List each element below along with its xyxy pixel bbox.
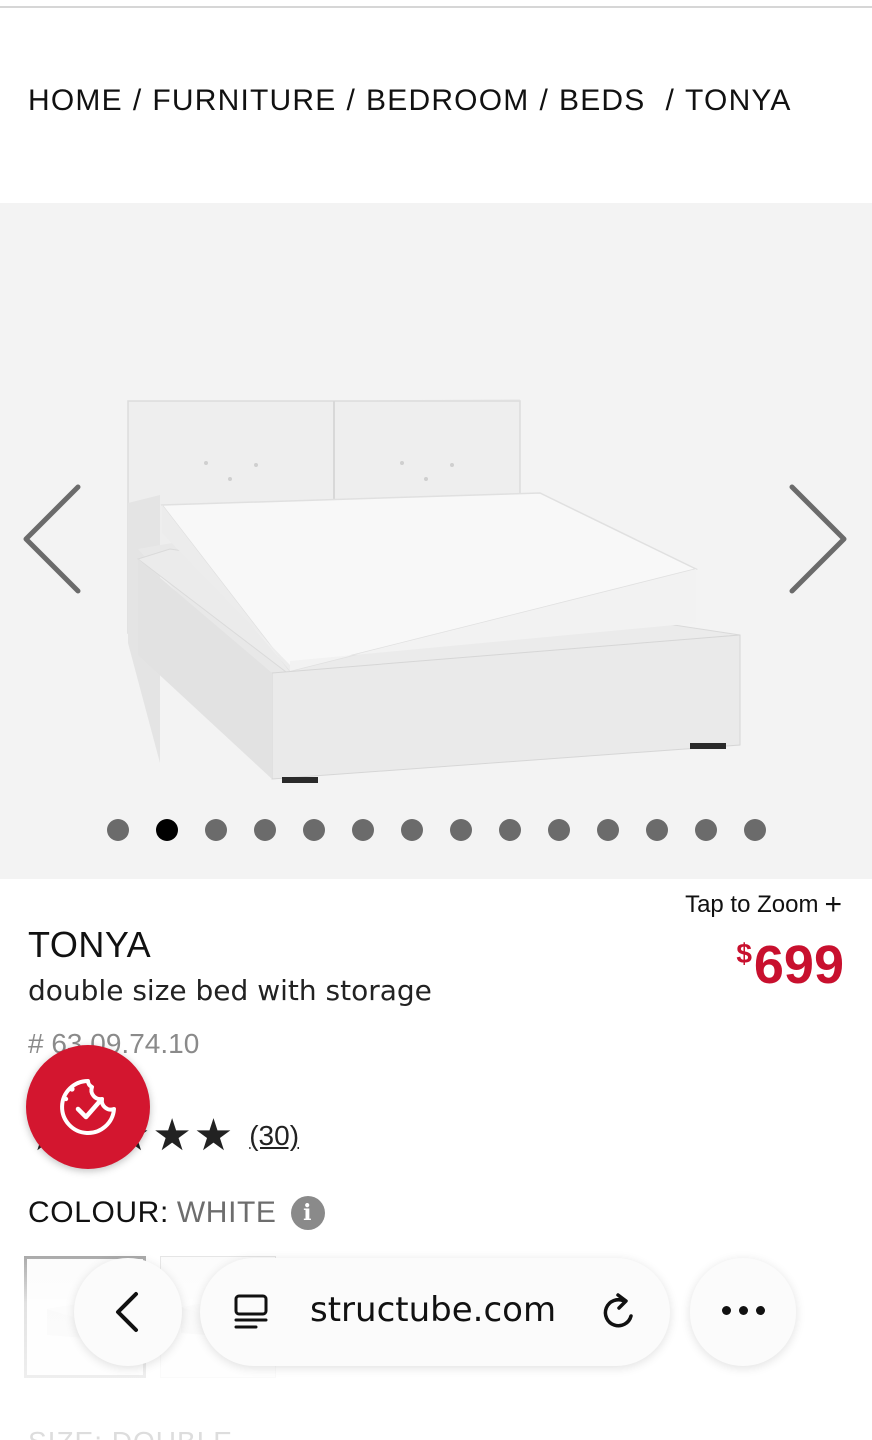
gallery-dot[interactable] [253, 819, 276, 841]
reload-icon[interactable] [598, 1290, 640, 1334]
gallery-prev-icon[interactable] [14, 481, 84, 601]
browser-back-button[interactable] [74, 1258, 182, 1366]
colour-value: WHITE [176, 1196, 277, 1229]
product-name: TONYA [28, 924, 152, 965]
gallery-dot[interactable] [449, 819, 472, 841]
breadcrumb-separator: / [539, 84, 549, 117]
product-description: double size bed with storage [28, 974, 432, 1007]
top-divider [0, 6, 872, 8]
price-amount: 699 [753, 935, 844, 995]
colour-selector-label: COLOUR: WHITE i [28, 1196, 325, 1230]
price-currency: $ [736, 938, 752, 969]
product-image-gallery[interactable] [0, 203, 872, 879]
breadcrumb-home[interactable]: HOME [28, 84, 123, 118]
more-dots-icon [739, 1306, 748, 1315]
chevron-left-icon [116, 1292, 138, 1332]
review-count-link[interactable]: (30) [249, 1120, 299, 1152]
gallery-dot[interactable] [106, 819, 129, 841]
more-dots-icon [756, 1306, 765, 1315]
browser-url[interactable]: structube.com [310, 1290, 556, 1330]
info-icon[interactable]: i [290, 1196, 325, 1230]
gallery-pagination [0, 819, 872, 841]
product-image-bed[interactable] [0, 203, 872, 879]
tap-to-zoom-label: Tap to Zoom [685, 891, 819, 918]
gallery-dot[interactable] [400, 819, 423, 841]
colour-label: COLOUR: [28, 1196, 169, 1229]
breadcrumb-separator: / [132, 84, 143, 117]
gallery-dot[interactable] [155, 819, 178, 841]
breadcrumb-separator: / [665, 84, 676, 117]
breadcrumb-separator: / [346, 84, 357, 117]
breadcrumb-beds[interactable]: BEDS [559, 84, 646, 118]
browser-more-button[interactable] [690, 1258, 796, 1366]
tap-to-zoom-button[interactable]: Tap to Zoom + [685, 888, 842, 922]
browser-address-bar[interactable]: structube.com [200, 1258, 670, 1366]
gallery-next-icon[interactable] [784, 481, 854, 601]
gallery-dot[interactable] [547, 819, 570, 841]
breadcrumb-current: TONYA [685, 84, 792, 117]
gallery-dot[interactable] [351, 819, 374, 841]
gallery-dot[interactable] [302, 819, 325, 841]
gallery-dot[interactable] [645, 819, 668, 841]
gallery-dot[interactable] [596, 819, 619, 841]
gallery-dot[interactable] [498, 819, 521, 841]
product-price: $699 [736, 924, 844, 995]
reader-mode-icon[interactable] [232, 1292, 272, 1332]
cookie-check-icon [60, 1079, 116, 1135]
more-dots-icon [722, 1306, 731, 1315]
breadcrumb-bedroom[interactable]: BEDROOM [366, 84, 529, 118]
gallery-dot[interactable] [743, 819, 766, 841]
gallery-dot[interactable] [204, 819, 227, 841]
plus-icon: + [824, 888, 842, 921]
cookie-consent-button[interactable] [26, 1045, 150, 1169]
breadcrumb: HOME / FURNITURE / BEDROOM / BEDS / TONYA [28, 84, 792, 118]
size-label: SIZE: DOUBLE [28, 1426, 233, 1440]
breadcrumb-furniture[interactable]: FURNITURE [152, 84, 336, 118]
gallery-dot[interactable] [694, 819, 717, 841]
